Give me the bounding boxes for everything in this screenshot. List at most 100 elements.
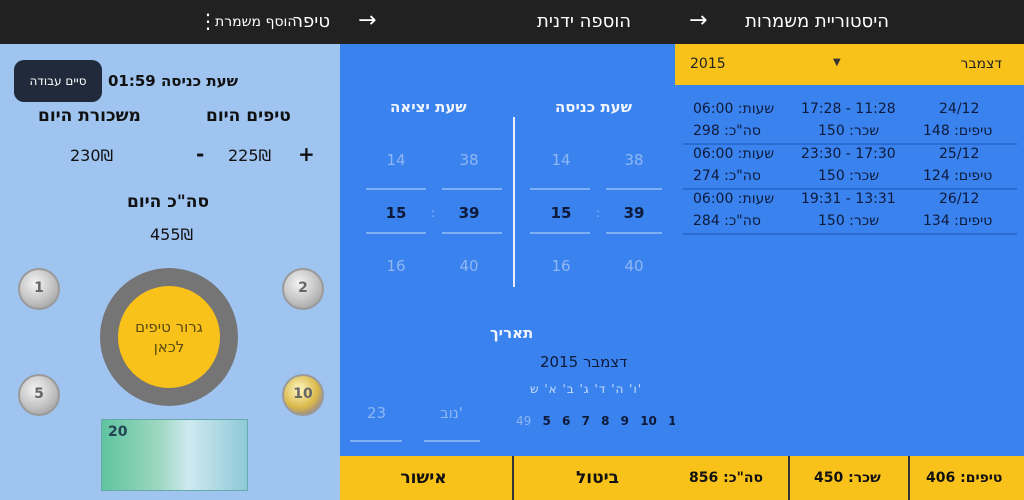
salary-today-label: משכורת היום	[38, 106, 141, 126]
calendar-day[interactable]: 7	[582, 414, 590, 428]
exit-minute-prev[interactable]: 38	[441, 151, 497, 169]
entry-hour-next[interactable]: 16	[533, 257, 589, 275]
shift-date: 24/12	[939, 101, 980, 117]
banknote-20[interactable]: 20	[101, 419, 248, 491]
coin-5-shekel[interactable]: 5	[18, 374, 60, 416]
entry-hour-prev[interactable]: 14	[533, 151, 589, 169]
exit-minute-selected[interactable]: 39	[441, 204, 497, 222]
picker-highlight	[606, 188, 662, 190]
shift-range: 17:28 - 11:28	[801, 101, 896, 117]
row-divider	[683, 143, 1017, 145]
confirm-button[interactable]: אישור	[340, 456, 507, 500]
cancel-button[interactable]: ביטול	[514, 456, 675, 500]
plus-button[interactable]: +	[298, 142, 315, 166]
shift-range: 23:30 - 17:30	[801, 146, 896, 162]
arrow-back-icon[interactable]: →	[689, 0, 707, 42]
coin-10-label: 10	[293, 386, 313, 402]
shift-hours: שעות: 06:00	[693, 191, 775, 207]
end-work-button[interactable]: סיים עבודה	[14, 60, 102, 102]
picker-highlight	[366, 232, 426, 234]
month-filter[interactable]: דצמבר	[961, 56, 1002, 72]
dropdown-caret-icon[interactable]: ▼	[833, 57, 841, 68]
year-filter[interactable]: 2015	[690, 56, 726, 72]
shift-salary: שכר: 150	[818, 168, 880, 184]
picker-highlight	[530, 232, 590, 234]
tips-today-value: 225₪	[228, 146, 272, 165]
mini-day-picker[interactable]: 23	[367, 404, 386, 422]
shift-row[interactable]: שעות: 06:00 19:31 - 13:31 26/12 סה"כ: 28…	[683, 191, 1017, 235]
picker-highlight	[424, 440, 480, 442]
shift-date: 25/12	[939, 146, 980, 162]
page-title: היסטוריית משמרות	[745, 11, 889, 32]
summary-separator	[788, 456, 790, 500]
drop-zone-inner: גרור טיפים לכאן	[118, 286, 220, 388]
summary-bar: סה"כ: 856 שכר: 450 טיפים: 406	[675, 456, 1024, 500]
entry-minute-selected[interactable]: 39	[606, 204, 662, 222]
exit-time-colon: :	[431, 206, 436, 220]
picker-highlight	[530, 188, 590, 190]
salary-today-value: 230₪	[70, 146, 114, 165]
coin-10-shekel[interactable]: 10	[282, 374, 324, 416]
app-bar: הוספה ידנית →	[340, 0, 675, 44]
summary-tips: טיפים: 406	[926, 470, 1003, 486]
shift-salary: שכר: 150	[818, 123, 880, 139]
total-today-label: סה"כ היום	[127, 192, 209, 212]
coin-2-label: 2	[298, 280, 308, 296]
calendar-day: 49	[516, 414, 532, 428]
shift-hours: שעות: 06:00	[693, 146, 775, 162]
calendar-day[interactable]: 6	[562, 414, 570, 428]
total-today-value: 455₪	[150, 225, 194, 244]
row-divider	[683, 188, 1017, 190]
shift-history-screen: היסטוריית משמרות → 2015 ▼ דצמבר שעות: 06…	[675, 0, 1024, 500]
entry-minute-prev[interactable]: 38	[606, 151, 662, 169]
calendar-day[interactable]: 11	[668, 414, 675, 428]
column-divider	[513, 117, 515, 287]
picker-highlight	[442, 232, 502, 234]
shift-row[interactable]: שעות: 06:00 17:28 - 11:28 24/12 סה"כ: 29…	[683, 101, 1017, 145]
exit-hour-next[interactable]: 16	[368, 257, 424, 275]
calendar-weekdays: ו' ה' ד' ג' ב' א' ש'	[530, 382, 643, 396]
row-divider	[683, 233, 1017, 235]
coin-2-shekel[interactable]: 2	[282, 268, 324, 310]
picker-highlight	[606, 232, 662, 234]
date-label: תאריך	[490, 324, 534, 342]
exit-time-label: שעת יציאה	[390, 98, 467, 116]
picker-highlight	[366, 188, 426, 190]
mini-month-picker[interactable]: נוב'	[440, 404, 463, 422]
arrow-back-icon[interactable]: →	[358, 0, 376, 42]
tips-today-label: טיפים היום	[206, 106, 291, 126]
add-shift-menu-item[interactable]: הוסף משמרת	[215, 0, 297, 44]
exit-hour-prev[interactable]: 14	[368, 151, 424, 169]
more-vert-icon[interactable]: ⋮	[198, 0, 218, 42]
entry-time-colon: :	[596, 206, 601, 220]
app-bar: טיפר הוסף משמרת ⋮	[0, 0, 340, 44]
shift-tips: טיפים: 124	[923, 168, 993, 184]
coin-1-shekel[interactable]: 1	[18, 268, 60, 310]
app-title: טיפר	[292, 11, 330, 32]
entry-time-label: שעת כניסה	[555, 98, 633, 116]
shift-total: סה"כ: 298	[693, 123, 761, 139]
shift-tips: טיפים: 148	[923, 123, 993, 139]
calendar-days-row: 49 5 6 7 8 9 10 11	[516, 414, 675, 428]
exit-hour-selected[interactable]: 15	[368, 204, 424, 222]
shift-tips: טיפים: 134	[923, 213, 993, 229]
shift-row[interactable]: שעות: 06:00 23:30 - 17:30 25/12 סה"כ: 27…	[683, 146, 1017, 190]
drop-zone[interactable]: גרור טיפים לכאן	[100, 268, 238, 406]
minus-button[interactable]: -	[196, 142, 204, 166]
page-title: הוספה ידנית	[537, 11, 631, 32]
calendar-day[interactable]: 9	[621, 414, 629, 428]
exit-minute-next[interactable]: 40	[441, 257, 497, 275]
picker-highlight	[442, 188, 502, 190]
entry-time-label: שעת כניסה 01:59	[108, 72, 239, 90]
calendar-day[interactable]: 5	[542, 414, 550, 428]
entry-minute-next[interactable]: 40	[606, 257, 662, 275]
drag-tips-label: גרור טיפים לכאן	[135, 318, 203, 356]
entry-hour-selected[interactable]: 15	[533, 204, 589, 222]
summary-separator	[908, 456, 910, 500]
app-bar: היסטוריית משמרות →	[675, 0, 1024, 44]
calendar-month: דצמבר 2015	[540, 353, 628, 371]
coin-1-label: 1	[34, 280, 44, 296]
calendar-day[interactable]: 8	[601, 414, 609, 428]
calendar-day[interactable]: 10	[640, 414, 657, 428]
summary-total: סה"כ: 856	[689, 470, 764, 486]
